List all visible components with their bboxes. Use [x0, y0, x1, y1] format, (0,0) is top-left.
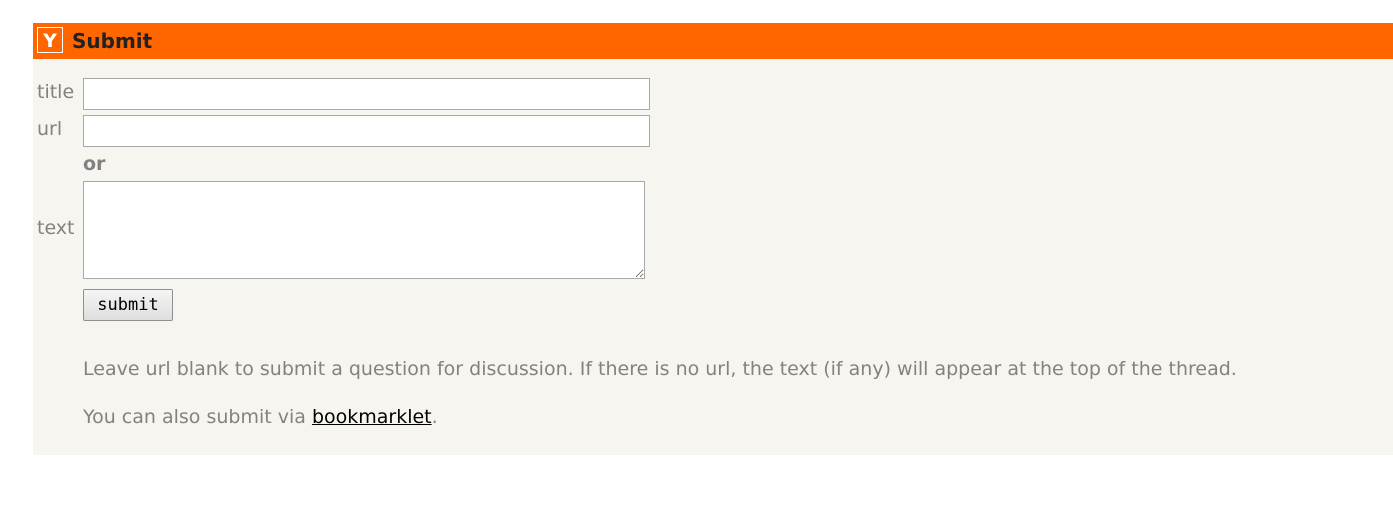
text-label: text [37, 217, 75, 239]
url-label: url [37, 118, 63, 140]
or-label: or [83, 153, 106, 175]
title-label: title [37, 81, 75, 103]
bookmarklet-prefix: You can also submit via [83, 406, 312, 428]
url-input[interactable] [83, 115, 650, 147]
blank-url-note: Leave url blank to submit a question for… [83, 358, 1237, 380]
bookmarklet-link[interactable]: bookmarklet [312, 406, 432, 428]
page-container: Y Submit title url or text submit Leave … [33, 23, 1393, 455]
y-logo-icon[interactable]: Y [37, 27, 63, 53]
text-textarea[interactable] [83, 181, 645, 279]
bookmarklet-suffix: . [431, 406, 438, 428]
bookmarklet-note: You can also submit via bookmarklet. [83, 406, 438, 428]
header-bar: Y Submit [33, 23, 1393, 59]
page-title: Submit [72, 29, 153, 53]
submit-button[interactable]: submit [83, 289, 173, 321]
title-input[interactable] [83, 78, 650, 110]
